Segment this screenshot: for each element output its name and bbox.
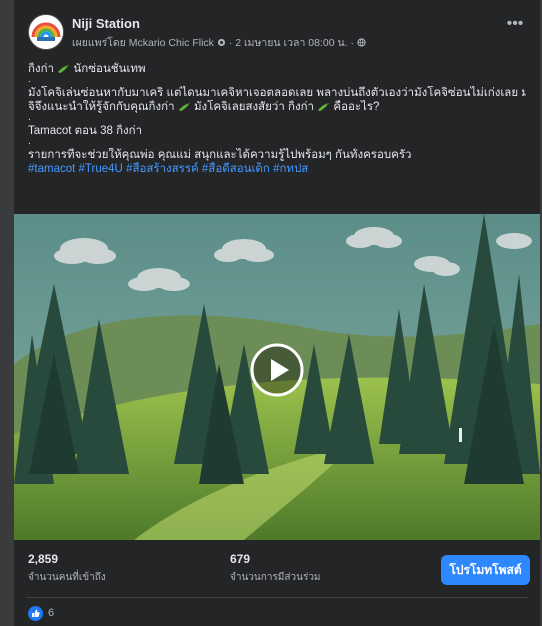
episode-line: Tamacot ตอน 38 กิ้งก่า xyxy=(28,125,143,137)
dot-separator: . xyxy=(28,74,31,85)
hashtag-link[interactable]: #tamacot xyxy=(28,163,75,175)
hashtag-link[interactable]: #กทปส xyxy=(273,163,308,175)
dot-separator: . xyxy=(28,112,31,123)
post-text: กิ้งก่า นักซ่อนชั้นเทพ . มังโคจิเล่นซ่อน… xyxy=(28,62,526,176)
program-description: รายการที่จะช่วยให้คุณพ่อ คุณแม่ สนุกและไ… xyxy=(28,149,412,161)
post-title-line: กิ้งก่า นักซ่อนชั้นเทพ xyxy=(28,63,146,75)
post-body-line: มังโคจิเล่นซ่อนหากับมาเคริ แต่ไดนมาเคจิห… xyxy=(28,87,526,99)
divider xyxy=(26,597,528,598)
publisher-text: เผยแพร่โดย Mckario Chic Flick xyxy=(72,37,214,49)
hashtag-link[interactable]: #สื่อสร้างสรรค์ xyxy=(126,163,199,175)
like-count: 6 xyxy=(48,607,55,619)
page-name[interactable]: Niji Station xyxy=(72,16,140,31)
hashtag-link[interactable]: #True4U xyxy=(79,163,123,175)
post-body-line: จิจึงแนะนำให้รู้จักกับคุณกิ้งก่า มังโคจิ… xyxy=(28,101,380,113)
dot-separator: . xyxy=(28,136,31,147)
reach-label: จำนวนคนที่เข้าถึง xyxy=(28,572,106,583)
post-insights: 2,859 จำนวนคนที่เข้าถึง 679 จำนวนการมีส่… xyxy=(14,540,540,596)
post-date[interactable]: · 2 เมษายน เวลา 08:00 น. · xyxy=(226,37,357,49)
lizard-emoji-icon xyxy=(318,102,330,112)
reach-value: 2,859 xyxy=(28,552,59,566)
globe-icon xyxy=(357,38,366,47)
lizard-emoji-icon xyxy=(58,64,70,74)
video-player[interactable] xyxy=(14,214,540,540)
engagement-label: จำนวนการมีส่วนร่วม xyxy=(230,572,321,583)
lizard-emoji-icon xyxy=(178,102,190,112)
post-meta: เผยแพร่โดย Mckario Chic Flick · 2 เมษายน… xyxy=(72,34,366,51)
post-header: Niji Station เผยแพร่โดย Mckario Chic Fli… xyxy=(28,14,526,54)
page-avatar[interactable] xyxy=(28,14,64,50)
like-icon xyxy=(28,606,43,621)
hashtag-link[interactable]: #สื่อดีสอนเด็ก xyxy=(202,163,270,175)
boost-post-button[interactable]: โปรโมทโพสต์ xyxy=(441,555,530,585)
engagement-value: 679 xyxy=(230,552,251,566)
ellipsis-icon[interactable]: ••• xyxy=(504,16,526,36)
settings-icon xyxy=(217,38,225,47)
play-icon[interactable] xyxy=(250,343,304,397)
hashtag-list: #tamacot #True4U #สื่อสร้างสรรค์ #สื่อดี… xyxy=(28,162,526,176)
post-card: Niji Station เผยแพร่โดย Mckario Chic Fli… xyxy=(14,0,540,626)
